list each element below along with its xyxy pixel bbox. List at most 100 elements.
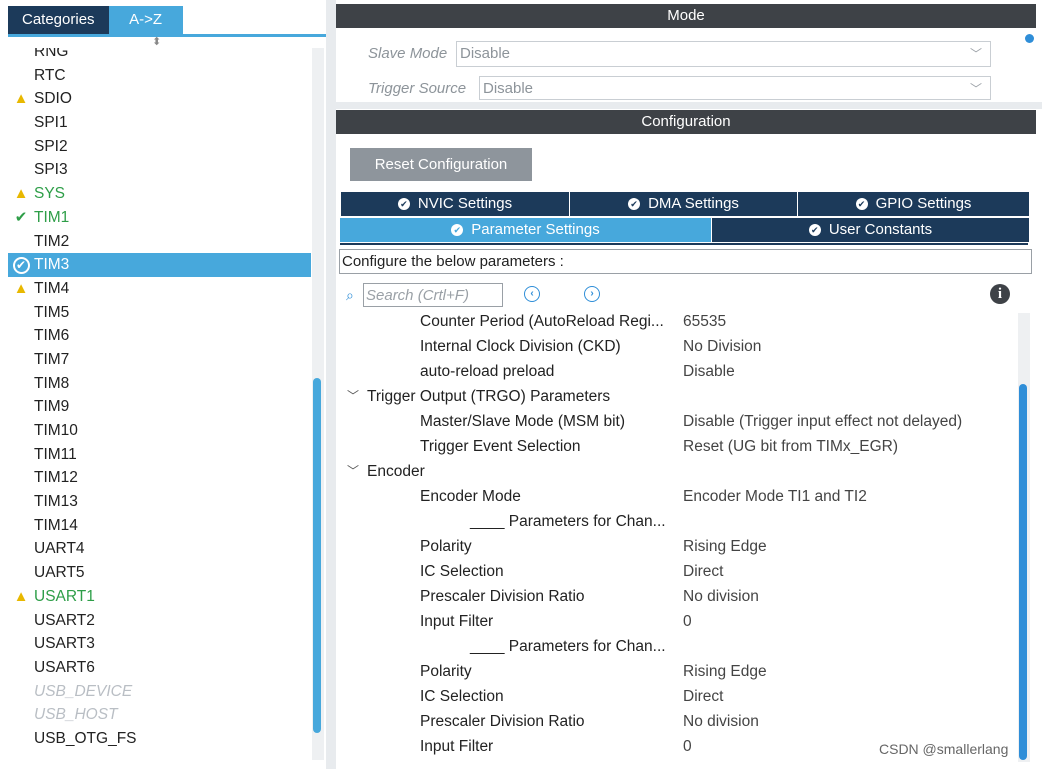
parameter-tree: Counter Period (AutoReload Regi... 65535 I… (336, 313, 1016, 762)
parameter-value[interactable]: Reset (UG bit from TIMx_EGR) (683, 434, 898, 459)
parameter-row[interactable]: IC Selection Direct (336, 559, 1016, 584)
parameter-value[interactable]: 65535 (683, 313, 726, 334)
peripheral-label: USB_HOST (34, 706, 118, 724)
peripheral-item[interactable]: UART4 (8, 537, 311, 561)
peripheral-item[interactable]: SPI2 (8, 135, 311, 159)
tabs-underline (340, 243, 1028, 245)
peripheral-item[interactable]: TIM8 (8, 372, 311, 396)
search-input[interactable] (363, 283, 503, 307)
peripheral-item[interactable]: ✔ TIM3 (8, 253, 311, 277)
tab-a-to-z[interactable]: A->Z (108, 6, 183, 34)
parameter-value[interactable]: No Division (683, 334, 761, 359)
slave-mode-select[interactable]: Disable ﹀ (456, 41, 991, 67)
parameter-group[interactable]: ﹀ Trigger Output (TRGO) Parameters (336, 384, 1016, 409)
peripheral-item[interactable]: RTC (8, 64, 311, 88)
peripheral-item[interactable]: USB_HOST (8, 703, 311, 727)
previous-result-icon[interactable]: ‹ (524, 286, 540, 302)
left-scrollbar-thumb[interactable] (313, 378, 321, 733)
section-divider[interactable] (336, 102, 1042, 109)
slave-mode-label: Slave Mode (368, 45, 448, 62)
peripheral-item[interactable]: SPI1 (8, 111, 311, 135)
reset-configuration-button[interactable]: Reset Configuration (350, 148, 532, 181)
parameter-value[interactable]: Disable (683, 359, 735, 384)
peripheral-item[interactable]: TIM13 (8, 490, 311, 514)
parameter-name: ____ Parameters for Chan... (470, 513, 666, 530)
parameter-row[interactable]: Encoder Mode Encoder Mode TI1 and TI2 (336, 484, 1016, 509)
parameter-row[interactable]: ____ Parameters for Chan... (336, 509, 1016, 534)
mode-scrollbar-thumb[interactable] (1025, 34, 1034, 43)
parameter-group[interactable]: ﹀ Encoder (336, 459, 1016, 484)
peripheral-item[interactable]: TIM11 (8, 443, 311, 467)
peripheral-item[interactable]: RNG (8, 48, 311, 64)
parameter-row[interactable]: Polarity Rising Edge (336, 659, 1016, 684)
param-scrollbar-thumb[interactable] (1019, 384, 1027, 760)
peripheral-item[interactable]: USB_OTG_FS (8, 727, 311, 751)
parameter-value[interactable]: Encoder Mode TI1 and TI2 (683, 484, 867, 509)
tab-nvic-settings[interactable]: ✔ NVIC Settings (340, 192, 569, 216)
peripheral-item[interactable]: TIM2 (8, 230, 311, 254)
parameter-value[interactable]: Rising Edge (683, 534, 767, 559)
parameter-row[interactable]: IC Selection Direct (336, 684, 1016, 709)
tab-user-constants[interactable]: ✔ User Constants (711, 218, 1029, 242)
parameter-name: Trigger Event Selection (420, 438, 581, 455)
tab-parameter-settings[interactable]: ✔ Parameter Settings (340, 218, 711, 242)
peripheral-item[interactable]: UART5 (8, 561, 311, 585)
peripheral-item[interactable]: USB_DEVICE (8, 680, 311, 704)
parameter-value[interactable]: No division (683, 709, 759, 734)
tab-dma-settings[interactable]: ✔ DMA Settings (569, 192, 797, 216)
peripheral-label: TIM10 (34, 422, 78, 439)
parameter-value[interactable]: Disable (Trigger input effect not delaye… (683, 409, 962, 434)
parameter-row[interactable]: ____ Parameters for Chan... (336, 634, 1016, 659)
next-result-icon[interactable]: › (584, 286, 600, 302)
peripheral-item[interactable]: USART2 (8, 609, 311, 633)
parameter-value[interactable]: 0 (683, 734, 692, 759)
peripheral-item[interactable]: TIM12 (8, 466, 311, 490)
trigger-source-select[interactable]: Disable ﹀ (479, 76, 991, 100)
tab-gpio-settings[interactable]: ✔ GPIO Settings (797, 192, 1029, 216)
peripheral-list: RNG RTC ▲ SDIO SPI1 SPI2 SPI3 ▲ SYS ✔ TIM1 TIM2 ✔ TIM… (8, 48, 311, 764)
peripheral-item[interactable]: ▲ SDIO (8, 87, 311, 111)
parameter-value[interactable]: Direct (683, 559, 723, 584)
chevron-down-icon[interactable]: ﹀ (347, 384, 359, 409)
parameter-row[interactable]: auto-reload preload Disable (336, 359, 1016, 384)
warning-icon: ▲ (13, 185, 29, 203)
pane-divider[interactable] (326, 0, 336, 769)
peripheral-item[interactable]: ▲ USART1 (8, 585, 311, 609)
tab-categories[interactable]: Categories (8, 6, 109, 34)
peripheral-item[interactable]: TIM9 (8, 395, 311, 419)
peripheral-item[interactable]: TIM14 (8, 514, 311, 538)
peripheral-item[interactable]: ▲ SYS (8, 182, 311, 206)
peripheral-item[interactable]: SPI3 (8, 158, 311, 182)
sort-arrows-icon[interactable]: ⬍ (152, 37, 161, 48)
parameter-row[interactable]: Polarity Rising Edge (336, 534, 1016, 559)
peripheral-item[interactable]: ▲ TIM4 (8, 277, 311, 301)
parameter-row[interactable]: Master/Slave Mode (MSM bit) Disable (Trig… (336, 409, 1016, 434)
peripheral-label: SYS (34, 185, 66, 203)
parameter-row[interactable]: Trigger Event Selection Reset (UG bit fro… (336, 434, 1016, 459)
parameter-value[interactable]: 0 (683, 609, 692, 634)
trigger-source-row: Trigger Source Disable ﹀ (368, 76, 1028, 102)
parameter-row[interactable]: Prescaler Division Ratio No division (336, 709, 1016, 734)
peripheral-item[interactable]: USART6 (8, 656, 311, 680)
peripheral-item[interactable]: TIM5 (8, 301, 311, 325)
check-circle-icon: ✔ (855, 198, 868, 210)
parameter-name: Input Filter (420, 613, 494, 630)
peripheral-label: SDIO (34, 90, 72, 108)
parameter-row[interactable]: Internal Clock Division (CKD) No Division (336, 334, 1016, 359)
peripheral-item[interactable]: TIM10 (8, 419, 311, 443)
parameter-row[interactable]: Prescaler Division Ratio No division (336, 584, 1016, 609)
peripheral-item[interactable]: TIM7 (8, 348, 311, 372)
parameter-value[interactable]: Direct (683, 684, 723, 709)
info-icon[interactable]: i (990, 284, 1010, 304)
parameter-row[interactable]: Input Filter 0 (336, 609, 1016, 634)
peripheral-item[interactable]: TIM6 (8, 324, 311, 348)
parameter-row[interactable]: Counter Period (AutoReload Regi... 65535 (336, 313, 1016, 334)
parameter-value[interactable]: No division (683, 584, 759, 609)
parameter-value[interactable]: Rising Edge (683, 659, 767, 684)
parameter-name: Trigger Output (TRGO) Parameters (367, 388, 611, 405)
peripheral-item[interactable]: ✔ TIM1 (8, 206, 311, 230)
chevron-down-icon[interactable]: ﹀ (347, 459, 359, 484)
peripheral-label: TIM14 (34, 516, 78, 534)
peripheral-item[interactable]: USART3 (8, 632, 311, 656)
parameter-name: Internal Clock Division (CKD) (420, 338, 621, 355)
